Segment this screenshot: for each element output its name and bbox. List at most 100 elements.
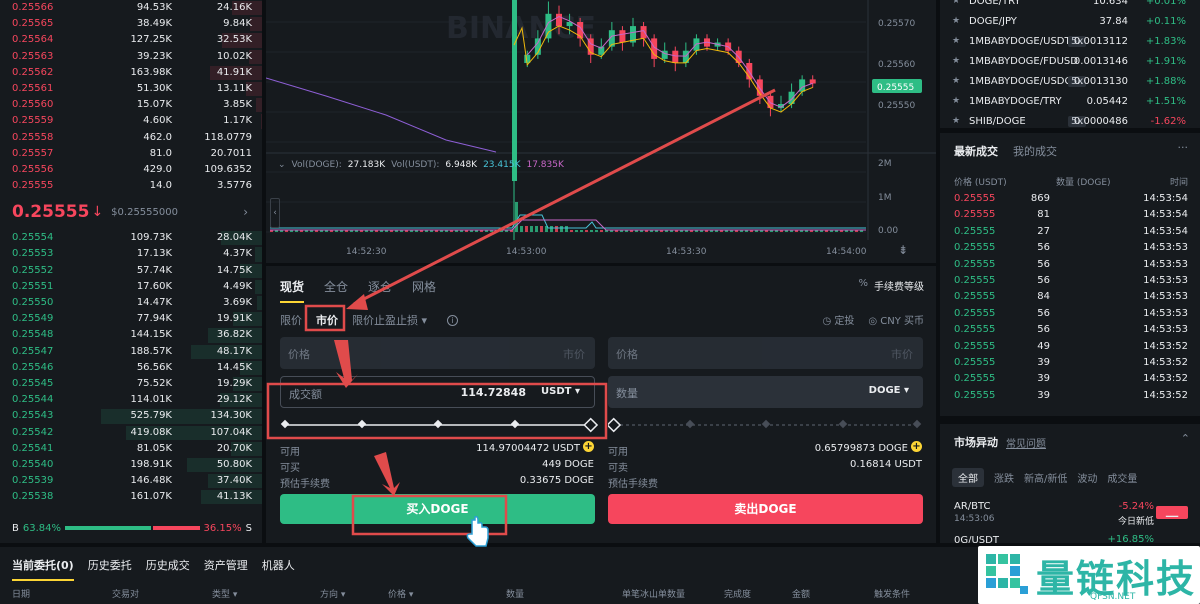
tab-isolated[interactable]: 逐仓 (368, 278, 392, 303)
tab-my-trades[interactable]: 我的成交 (1013, 143, 1057, 159)
ask-total: 3.5776 (217, 180, 252, 192)
moves-tab-change[interactable]: 涨跌 (994, 468, 1014, 487)
ask-row[interactable]: 0.25561 51.30K 13.11K (0, 81, 262, 97)
bid-row[interactable]: 0.25553 17.13K 4.37K (0, 246, 262, 262)
tab-trade-history[interactable]: 历史成交 (146, 557, 190, 581)
order-type-market[interactable]: 市价 (316, 312, 338, 328)
bid-row[interactable]: 0.25545 75.52K 19.29K (0, 376, 262, 392)
pair-row[interactable]: ★ 1MBABYDOGE/USDC 5x 0.0013130 +1.88% (940, 72, 1200, 92)
ask-row[interactable]: 0.25557 81.0 20.7011 (0, 146, 262, 162)
turnover-unit-select[interactable]: USDT ▾ (541, 386, 580, 397)
tab-spot[interactable]: 现货 (280, 278, 305, 303)
ask-row[interactable]: 0.25563 39.23K 10.02K (0, 49, 262, 65)
tab-cross[interactable]: 全仓 (324, 278, 348, 303)
faq-link[interactable]: 常见问题 (1006, 435, 1046, 450)
orders-col-header[interactable]: 方向 ▾ (320, 587, 345, 600)
buy-turnover-field[interactable]: 成交额 114.72848 USDT ▾ (280, 376, 595, 408)
pair-row[interactable]: ★ DOGE/TRY 10.634 +0.01% (940, 0, 1200, 12)
bid-total: 3.69K (223, 297, 252, 308)
sell-doge-button[interactable]: 卖出DOGE (608, 494, 923, 524)
chevron-right-icon[interactable]: › (243, 205, 248, 219)
bid-row[interactable]: 0.25546 56.56K 14.45K (0, 360, 262, 376)
ask-row[interactable]: 0.25564 127.25K 32.53K (0, 32, 262, 48)
pair-row[interactable]: ★ 1MBABYDOGE/USDT 5x 0.0013112 +1.83% (940, 32, 1200, 52)
tab-bots[interactable]: 机器人 (262, 557, 295, 581)
recurring-buy-link[interactable]: ◷ 定投 (822, 312, 854, 327)
bid-row[interactable]: 0.25550 14.47K 3.69K (0, 295, 262, 311)
add-coin-icon[interactable]: + (911, 441, 922, 452)
star-icon[interactable]: ★ (952, 36, 960, 46)
pair-row[interactable]: ★ SHIB/DOGE 5x 0.0000486 -1.62% (940, 112, 1200, 132)
ask-row[interactable]: 0.25558 462.0 118.0779 (0, 130, 262, 146)
cny-buy-link[interactable]: ◎ CNY 买币 (868, 312, 924, 327)
bid-row[interactable]: 0.25541 81.05K 20.70K (0, 441, 262, 457)
more-icon[interactable]: ··· (1178, 141, 1189, 154)
ask-row[interactable]: 0.25555 14.0 3.5776 (0, 178, 262, 194)
bid-row[interactable]: 0.25548 144.15K 36.82K (0, 327, 262, 343)
collapse-chevron-icon[interactable]: ⌃ (1181, 432, 1190, 445)
moves-tab-all[interactable]: 全部 (952, 468, 984, 487)
moves-tab-volume[interactable]: 成交量 (1107, 468, 1137, 487)
star-icon[interactable]: ★ (952, 56, 960, 66)
info-icon[interactable]: i (447, 314, 459, 326)
order-type-stop[interactable]: 限价止盈止损 ▾ (352, 312, 427, 328)
pair-row[interactable]: ★ DOGE/JPY 37.84 +0.11% (940, 12, 1200, 32)
orders-col-header[interactable]: 类型 ▾ (212, 587, 237, 600)
sell-quantity-field[interactable]: 数量 DOGE ▾ (608, 376, 923, 408)
ask-total: 41.91K (216, 66, 252, 78)
star-icon[interactable]: ★ (952, 0, 960, 6)
bid-row[interactable]: 0.25539 146.48K 37.40K (0, 473, 262, 489)
tab-latest-trades[interactable]: 最新成交 (954, 143, 998, 159)
ask-row[interactable]: 0.25565 38.49K 9.84K (0, 16, 262, 32)
ask-row[interactable]: 0.25556 429.0 109.6352 (0, 162, 262, 178)
bid-row[interactable]: 0.25552 57.74K 14.75K (0, 263, 262, 279)
ask-row[interactable]: 0.25560 15.07K 3.85K (0, 97, 262, 113)
bid-row[interactable]: 0.25540 198.91K 50.80K (0, 457, 262, 473)
collapse-handle[interactable]: ‹ (270, 198, 280, 228)
buy-doge-button[interactable]: 买入DOGE (280, 494, 595, 524)
bid-row[interactable]: 0.25547 188.57K 48.17K (0, 344, 262, 360)
pair-row[interactable]: ★ 1MBABYDOGE/FDUSD 0.0013146 +1.91% (940, 52, 1200, 72)
bid-row[interactable]: 0.25554 109.73K 28.04K (0, 230, 262, 246)
chart-canvas[interactable]: BINANCE 0.25570 0.25560 0.25550 0.25555 2M 1M 0… (266, 0, 936, 263)
star-icon[interactable]: ★ (952, 96, 960, 106)
star-icon[interactable]: ★ (952, 116, 960, 126)
bid-row[interactable]: 0.25542 419.08K 107.04K (0, 425, 262, 441)
order-type-limit[interactable]: 限价 (280, 312, 302, 328)
buy-price-field[interactable]: 价格 市价 (280, 337, 595, 369)
vol-eye-icon[interactable]: ⌄ (278, 160, 286, 170)
sell-price-field[interactable]: 价格 市价 (608, 337, 923, 369)
bid-row[interactable]: 0.25544 114.01K 29.12K (0, 392, 262, 408)
bid-row[interactable]: 0.25551 17.60K 4.49K (0, 279, 262, 295)
tab-funds[interactable]: 资产管理 (204, 557, 248, 581)
moves-tab-volatility[interactable]: 波动 (1077, 468, 1097, 487)
tab-order-history[interactable]: 历史委托 (88, 557, 132, 581)
orders-col-header[interactable]: 价格 ▾ (388, 587, 413, 600)
kline-chart[interactable]: BINANCE 0.25570 0.25560 0.25550 0.25555 2M 1M 0… (266, 0, 936, 263)
tab-grid[interactable]: 网格 (412, 278, 436, 303)
buy-amount-slider[interactable] (280, 416, 600, 434)
ask-row[interactable]: 0.25562 163.98K 41.91K (0, 65, 262, 81)
quantity-unit-select[interactable]: DOGE ▾ (869, 385, 909, 396)
pair-row[interactable]: ★ 1MBABYDOGE/TRY 0.05442 +1.51% (940, 92, 1200, 112)
tab-open-orders[interactable]: 当前委托(0) (12, 557, 74, 581)
expand-icon[interactable]: ⇟ (898, 243, 908, 257)
ask-row[interactable]: 0.25566 94.53K 24.16K (0, 0, 262, 16)
orders-col-header: 单笔冰山单数量 (622, 590, 686, 600)
turnover-input[interactable]: 114.72848 (461, 386, 526, 399)
add-funds-icon[interactable]: + (583, 441, 594, 452)
trade-qty: 39 (1037, 389, 1050, 401)
bid-row[interactable]: 0.25549 77.94K 19.91K (0, 311, 262, 327)
percent-icon: % (858, 278, 868, 289)
star-icon[interactable]: ★ (952, 16, 960, 26)
ask-price: 0.25557 (12, 147, 54, 159)
star-icon[interactable]: ★ (952, 76, 960, 86)
moves-tab-high-low[interactable]: 新高/新低 (1024, 468, 1067, 487)
fee-level[interactable]: % 手续费等级 (858, 278, 924, 293)
sell-amount-slider[interactable] (608, 416, 928, 434)
bid-row[interactable]: 0.25538 161.07K 41.13K (0, 489, 262, 505)
mid-price-row[interactable]: 0.25555 ↓ $0.25555000 › (0, 194, 262, 230)
trade-price: 0.25555 (954, 193, 996, 204)
ask-row[interactable]: 0.25559 4.60K 1.17K (0, 113, 262, 129)
bid-row[interactable]: 0.25543 525.79K 134.30K (0, 408, 262, 424)
